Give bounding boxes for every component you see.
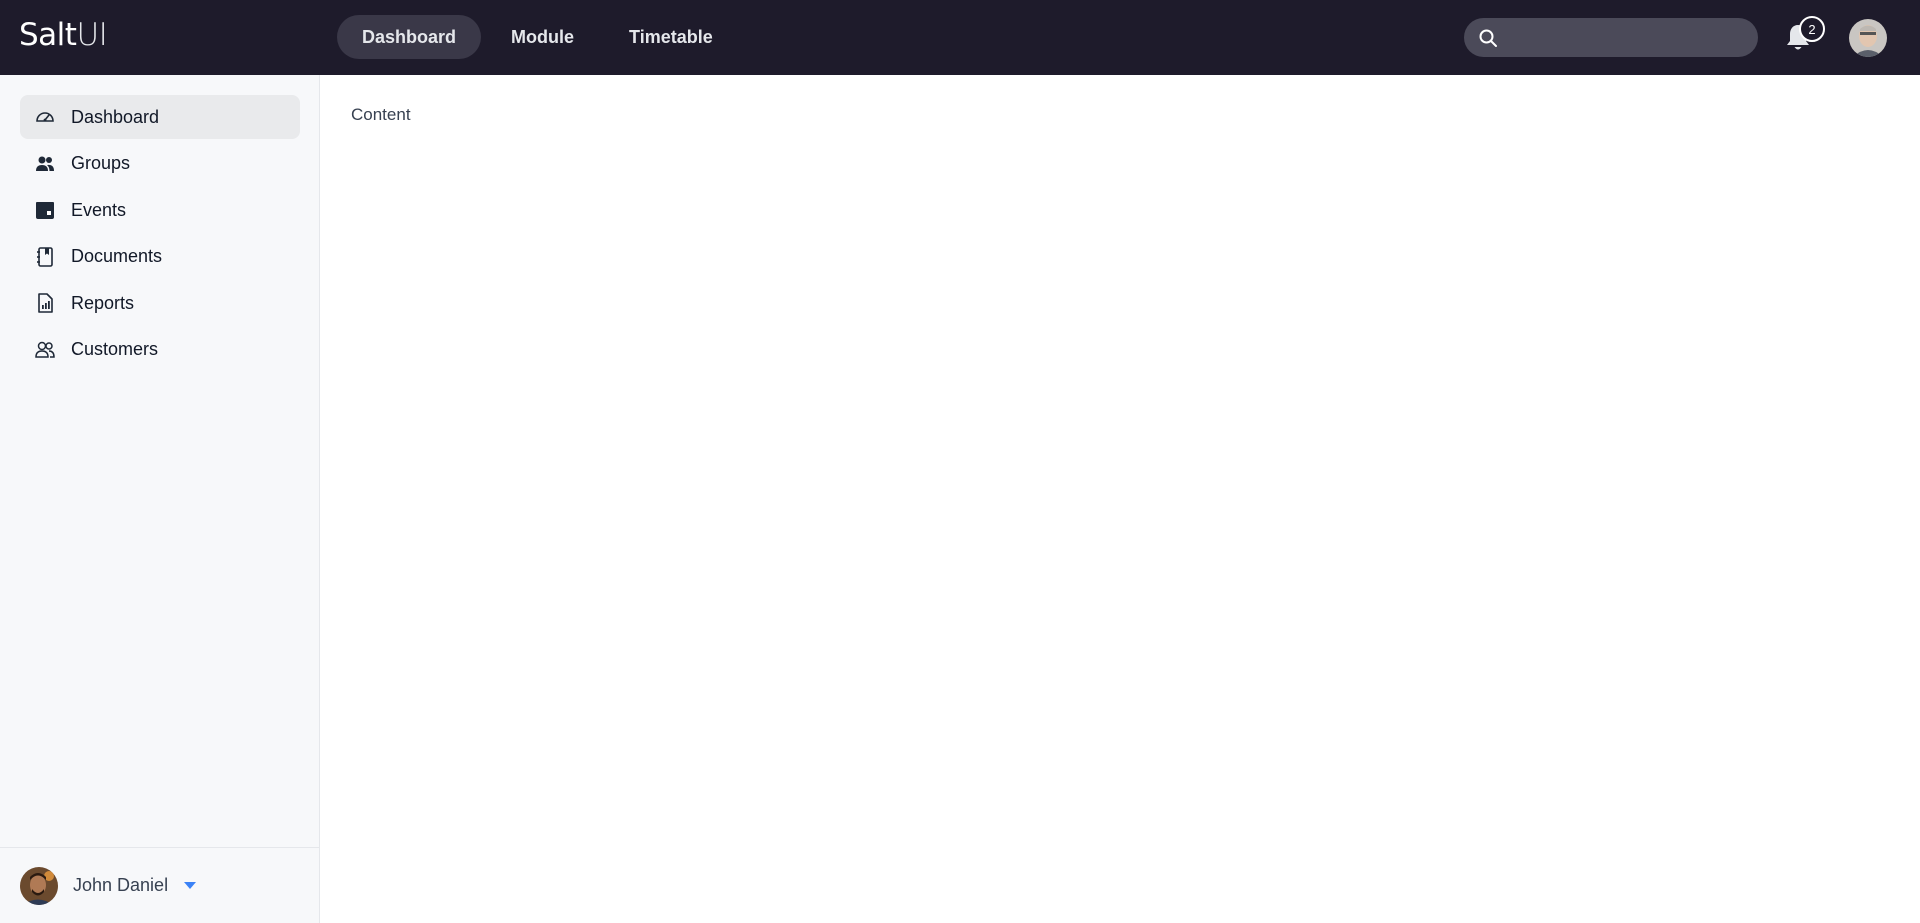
sidebar-item-label: Reports: [71, 292, 135, 313]
sidebar-item-groups[interactable]: Groups: [20, 142, 300, 186]
sidebar-item-label: Dashboard: [71, 106, 160, 127]
sidebar-item-dashboard[interactable]: Dashboard: [20, 95, 300, 139]
user-name: John Daniel: [73, 875, 169, 895]
sidebar-item-label: Documents: [71, 246, 163, 267]
logo-bold-text: Salt: [19, 17, 77, 53]
user-menu[interactable]: John Daniel: [0, 847, 320, 923]
report-icon: [34, 292, 56, 314]
customers-icon: [34, 339, 56, 361]
logo-light-text: UI: [76, 17, 108, 53]
search-input[interactable]: [1464, 18, 1758, 57]
caret-down-icon: [184, 882, 197, 889]
top-navbar: SaltUI Dashboard Module Timetable 2: [0, 0, 1920, 75]
sidebar-item-customers[interactable]: Customers: [20, 328, 300, 372]
topnav-timetable[interactable]: Timetable: [604, 15, 738, 59]
groups-icon: [34, 153, 56, 175]
search-icon: [1478, 28, 1498, 48]
sidebar-item-documents[interactable]: Documents: [20, 235, 300, 279]
documents-icon: [34, 246, 56, 268]
user-avatar: [20, 866, 58, 905]
user-avatar[interactable]: [1849, 19, 1887, 57]
sidebar-item-label: Events: [71, 199, 127, 220]
topnav-dashboard[interactable]: Dashboard: [337, 15, 482, 59]
notification-badge: 2: [1799, 16, 1825, 42]
sidebar-item-events[interactable]: Events: [20, 188, 300, 232]
topnav-module[interactable]: Module: [486, 15, 599, 59]
sidebar-item-reports[interactable]: Reports: [20, 281, 300, 325]
top-nav: Dashboard Module Timetable: [337, 15, 743, 59]
dashboard-gauge-icon: [34, 106, 56, 128]
calendar-icon: [34, 199, 56, 221]
sidebar-nav: Dashboard Groups Events Documents Report…: [20, 95, 300, 375]
app-logo[interactable]: SaltUI: [19, 17, 108, 53]
main-content-text: Content: [351, 105, 411, 124]
sidebar: Dashboard Groups Events Documents Report…: [0, 75, 320, 923]
sidebar-item-label: Groups: [71, 153, 131, 174]
sidebar-item-label: Customers: [71, 339, 159, 360]
